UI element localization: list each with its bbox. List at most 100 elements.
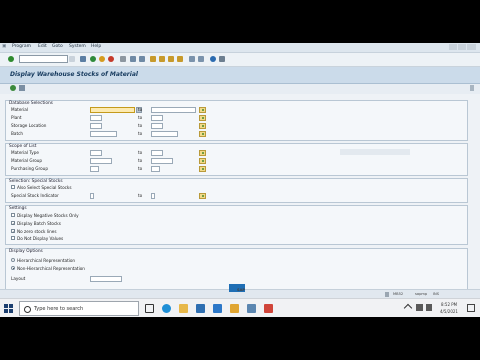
plant-label: Plant bbox=[11, 115, 22, 120]
scope-of-list-heading: Scope of List bbox=[9, 144, 37, 149]
close-icon[interactable] bbox=[467, 44, 476, 50]
mail-icon[interactable] bbox=[213, 304, 222, 313]
plant-to-label: to bbox=[138, 115, 143, 120]
print-icon[interactable] bbox=[120, 56, 126, 62]
display-negative-stocks-checkbox[interactable] bbox=[11, 213, 15, 217]
purchasing-group-multiple-selection-button[interactable] bbox=[199, 166, 206, 172]
material-group-label: Material Group bbox=[11, 158, 43, 163]
material-from-input[interactable] bbox=[90, 107, 135, 113]
menu-edit[interactable]: Edit bbox=[38, 44, 47, 49]
enter-icon[interactable] bbox=[8, 56, 14, 62]
volume-icon[interactable] bbox=[426, 304, 432, 311]
plant-to-input[interactable] bbox=[151, 115, 163, 121]
sap-gui-icon[interactable] bbox=[247, 304, 256, 313]
purchasing-group-to-input[interactable] bbox=[151, 166, 160, 172]
notifications-icon[interactable] bbox=[467, 304, 475, 312]
display-batch-stocks-checkbox[interactable]: ✓ bbox=[11, 221, 15, 226]
find-icon[interactable] bbox=[130, 56, 136, 62]
settings-heading: Settings bbox=[9, 206, 27, 211]
first-page-icon[interactable] bbox=[150, 56, 156, 62]
menu-goto[interactable]: Goto bbox=[52, 44, 63, 49]
settings-group: Settings Display Negative Stocks Only ✓ … bbox=[5, 205, 468, 245]
command-field[interactable] bbox=[19, 55, 68, 63]
maximize-icon[interactable] bbox=[458, 44, 466, 50]
shortcut-icon[interactable] bbox=[198, 56, 204, 62]
network-icon[interactable] bbox=[416, 304, 423, 311]
taskbar-search-box[interactable]: Type here to search bbox=[19, 301, 139, 316]
storage-location-to-input[interactable] bbox=[151, 123, 163, 129]
app-icon[interactable] bbox=[264, 304, 273, 313]
execute-icon[interactable] bbox=[10, 85, 16, 91]
tray-chevron-icon[interactable] bbox=[403, 303, 413, 313]
purchasing-group-from-input[interactable] bbox=[90, 166, 99, 172]
sap-logon-icon[interactable] bbox=[230, 304, 239, 313]
material-group-to-input[interactable] bbox=[151, 158, 173, 164]
also-select-special-stocks-label: Also Select Special Stocks bbox=[17, 185, 72, 190]
no-zero-stock-lines-checkbox[interactable]: ✓ bbox=[11, 229, 15, 234]
storage-location-to-label: to bbox=[138, 123, 143, 128]
special-stock-indicator-from-input[interactable] bbox=[90, 193, 94, 199]
selection-screen: Database Selections Material to Plant to… bbox=[0, 94, 480, 295]
task-view-icon[interactable] bbox=[145, 304, 154, 313]
material-type-to-input[interactable] bbox=[151, 150, 163, 156]
store-icon[interactable] bbox=[196, 304, 205, 313]
next-page-icon[interactable] bbox=[168, 56, 174, 62]
more-icon[interactable] bbox=[470, 85, 474, 91]
material-group-from-input[interactable] bbox=[90, 158, 112, 164]
also-select-special-stocks-checkbox[interactable] bbox=[11, 185, 15, 189]
status-play-icon[interactable] bbox=[385, 292, 389, 297]
exit-icon[interactable] bbox=[99, 56, 105, 62]
layout-input[interactable] bbox=[90, 276, 122, 282]
material-group-multiple-selection-button[interactable] bbox=[199, 158, 206, 164]
edge-icon[interactable] bbox=[162, 304, 171, 313]
create-session-icon[interactable] bbox=[189, 56, 195, 62]
non-hierarchical-representation-label: Non-Hierarchical Representation bbox=[17, 266, 85, 271]
menu-grip-icon[interactable]: ▣ bbox=[2, 44, 6, 49]
page-title: Display Warehouse Stocks of Material bbox=[10, 71, 138, 78]
material-multiple-selection-button[interactable] bbox=[199, 107, 206, 113]
application-toolbar bbox=[0, 84, 480, 93]
file-explorer-icon[interactable] bbox=[179, 304, 188, 313]
material-type-from-input[interactable] bbox=[90, 150, 102, 156]
batch-from-input[interactable] bbox=[90, 131, 117, 137]
hierarchical-representation-radio[interactable] bbox=[11, 258, 15, 262]
windows-taskbar: Type here to search 8:52 PM 4/5/2021 bbox=[0, 298, 480, 317]
taskbar-date[interactable]: 4/5/2021 bbox=[440, 309, 458, 314]
previous-page-icon[interactable] bbox=[159, 56, 165, 62]
minimize-icon[interactable] bbox=[449, 44, 457, 50]
back-icon[interactable] bbox=[90, 56, 96, 62]
no-zero-stock-lines-label: No zero stock lines bbox=[17, 229, 57, 234]
batch-multiple-selection-button[interactable] bbox=[199, 131, 206, 137]
cancel-icon[interactable] bbox=[108, 56, 114, 62]
special-stocks-group: Selection: Special Stocks Also Select Sp… bbox=[5, 178, 468, 203]
save-icon[interactable] bbox=[80, 56, 86, 62]
batch-label: Batch bbox=[11, 131, 24, 136]
plant-from-input[interactable] bbox=[90, 115, 102, 121]
find-next-icon[interactable] bbox=[139, 56, 145, 62]
plant-multiple-selection-button[interactable] bbox=[199, 115, 206, 121]
customize-layout-icon[interactable] bbox=[219, 56, 225, 62]
special-stock-indicator-multiple-selection-button[interactable] bbox=[199, 193, 206, 199]
batch-to-input[interactable] bbox=[151, 131, 178, 137]
display-options-heading: Display Options bbox=[9, 249, 43, 254]
get-variant-icon[interactable] bbox=[19, 85, 25, 91]
menu-help[interactable]: Help bbox=[91, 44, 101, 49]
windows-start-icon[interactable] bbox=[4, 304, 13, 313]
non-hierarchical-representation-radio[interactable] bbox=[11, 266, 15, 270]
database-selections-group: Database Selections Material to Plant to… bbox=[5, 100, 468, 141]
taskbar-time[interactable]: 8:52 PM bbox=[441, 302, 457, 307]
material-group-to-label: to bbox=[138, 158, 143, 163]
storage-location-multiple-selection-button[interactable] bbox=[199, 123, 206, 129]
menu-system[interactable]: System bbox=[69, 44, 86, 49]
purchasing-group-to-label: to bbox=[138, 166, 143, 171]
material-to-input[interactable] bbox=[151, 107, 196, 113]
material-type-multiple-selection-button[interactable] bbox=[199, 150, 206, 156]
help-icon[interactable] bbox=[210, 56, 216, 62]
menu-program[interactable]: Program bbox=[12, 44, 31, 49]
special-stock-indicator-to-input[interactable] bbox=[151, 193, 155, 199]
material-type-label: Material Type bbox=[11, 150, 39, 155]
do-not-display-values-checkbox[interactable] bbox=[11, 236, 15, 240]
last-page-icon[interactable] bbox=[177, 56, 183, 62]
storage-location-from-input[interactable] bbox=[90, 123, 102, 129]
command-dropdown-icon[interactable] bbox=[69, 56, 75, 62]
